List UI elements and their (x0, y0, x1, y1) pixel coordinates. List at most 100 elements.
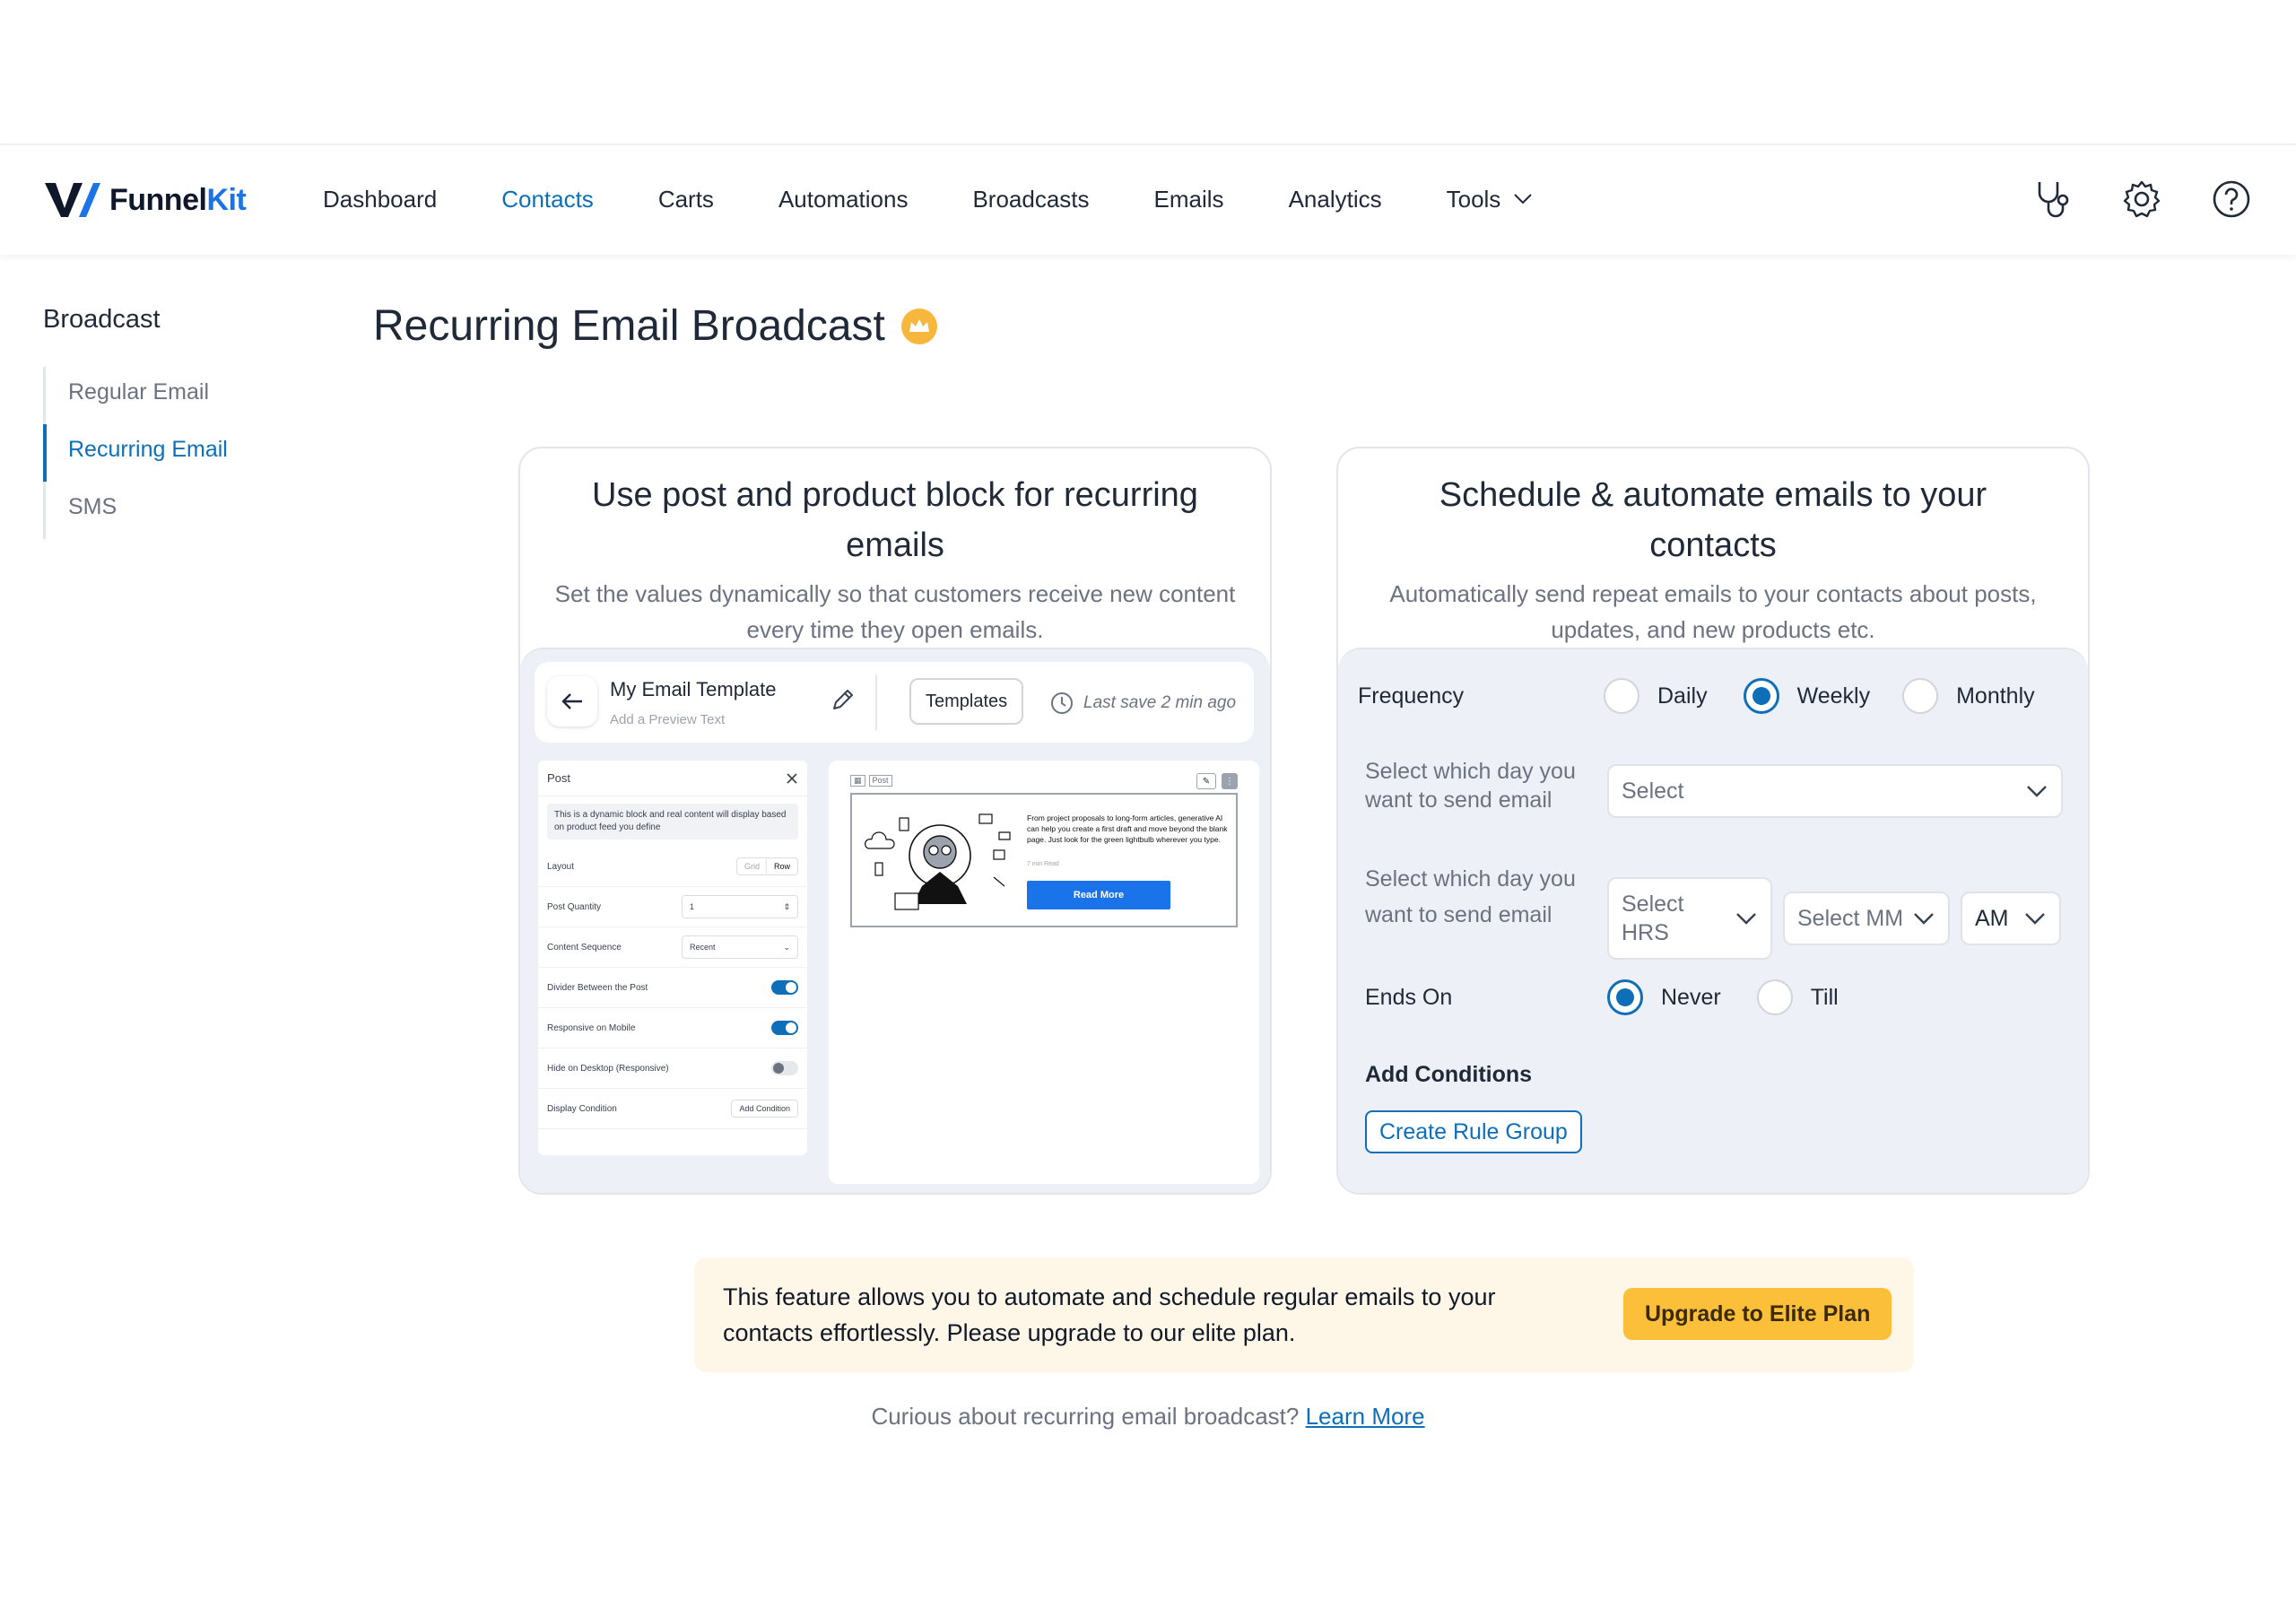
frequency-label: Frequency (1358, 683, 1465, 709)
learn-more-link[interactable]: Learn More (1306, 1403, 1425, 1430)
post-product-block-card: Use post and product block for recurring… (518, 447, 1272, 1195)
content-sequence-select[interactable]: Recent ⌄ (682, 935, 798, 959)
divider-row: Divider Between the Post (538, 968, 807, 1008)
main-nav: Dashboard Contacts Carts Automations Bro… (323, 145, 1597, 253)
post-read-time: 7 min Read (1027, 861, 1059, 867)
preview-text: Add a Preview Text (610, 712, 726, 727)
card-title: Use post and product block for recurring… (592, 476, 1198, 564)
minutes-select[interactable]: Select MM (1783, 892, 1950, 945)
sidebar-item-sms[interactable]: SMS (46, 482, 330, 539)
upgrade-elite-button[interactable]: Upgrade to Elite Plan (1623, 1288, 1892, 1340)
radio-circle (1756, 979, 1793, 1015)
sidebar-item-regular-email[interactable]: Regular Email (46, 367, 330, 424)
ends-till-radio[interactable]: Till (1756, 979, 1839, 1015)
nav-tools[interactable]: Tools (1447, 186, 1534, 213)
broadcast-sidebar: Broadcast Regular Email Recurring Email … (43, 305, 330, 539)
layout-row: Layout Grid Row (538, 847, 807, 887)
nav-broadcasts[interactable]: Broadcasts (972, 186, 1089, 213)
responsive-toggle[interactable] (771, 1021, 798, 1035)
arrow-left-icon (561, 693, 582, 709)
toolbar-divider (875, 674, 877, 730)
notice-text: This feature allows you to automate and … (723, 1283, 1496, 1346)
last-save-status: Last save 2 min ago (1049, 691, 1236, 716)
hours-select[interactable]: Select HRS (1607, 877, 1772, 960)
nav-contacts[interactable]: Contacts (501, 186, 594, 213)
clock-icon (1051, 692, 1073, 714)
panel-header: Post (538, 761, 807, 796)
nav-analytics[interactable]: Analytics (1289, 186, 1382, 213)
ends-on-label: Ends On (1365, 985, 1453, 1010)
more-block-icon[interactable]: ⋮ (1222, 773, 1238, 789)
help-circle-icon[interactable] (2210, 178, 2253, 221)
crown-icon (900, 308, 937, 344)
frequency-monthly-radio[interactable]: Monthly (1902, 678, 2035, 714)
ends-never-radio[interactable]: Never (1607, 979, 1721, 1015)
sidebar-item-recurring-email[interactable]: Recurring Email (43, 424, 330, 482)
back-button[interactable] (547, 676, 597, 726)
pencil-icon (833, 690, 853, 709)
sidebar-list: Regular Email Recurring Email SMS (43, 367, 330, 539)
nav-emails[interactable]: Emails (1154, 186, 1224, 213)
stethoscope-icon[interactable] (2031, 178, 2074, 221)
templates-button[interactable]: Templates (909, 678, 1024, 725)
read-more-button[interactable]: Read More (1027, 881, 1170, 909)
email-editor-preview: My Email Template Add a Preview Text Tem… (520, 648, 1270, 1193)
layout-toggle[interactable]: Grid Row (735, 857, 798, 875)
funnelkit-logo[interactable]: FunnelKit (43, 181, 247, 219)
send-time-label: Select which day you want to send email (1365, 866, 1576, 927)
gear-icon[interactable] (2120, 178, 2163, 221)
edit-block-icon[interactable]: ✎ (1196, 773, 1216, 789)
add-condition-button[interactable]: Add Condition (731, 1100, 798, 1118)
upgrade-notice: This feature allows you to automate and … (694, 1257, 1914, 1372)
content-sequence-row: Content Sequence Recent ⌄ (538, 927, 807, 968)
nav-automations[interactable]: Automations (778, 186, 909, 213)
frequency-radio-group: Daily Weekly Monthly (1604, 678, 2067, 714)
post-quantity-stepper[interactable]: 1 ⇕ (682, 895, 798, 918)
block-actions: ✎ ⋮ (1196, 773, 1238, 789)
logo-text: FunnelKit (109, 182, 247, 217)
am-pm-select[interactable]: AM (1961, 892, 2061, 945)
card-subtitle: Automatically send repeat emails to your… (1389, 580, 2037, 643)
post-excerpt: From project proposals to long-form arti… (1027, 813, 1228, 844)
hide-desktop-toggle[interactable] (771, 1061, 798, 1075)
block-tag: ▦ Post (850, 775, 892, 787)
funnelkit-logo-icon (45, 183, 100, 217)
nav-dashboard[interactable]: Dashboard (323, 186, 437, 213)
chevron-down-icon (1514, 194, 1533, 204)
card-title: Schedule & automate emails to your conta… (1439, 476, 1987, 564)
radio-circle (1604, 678, 1639, 714)
email-canvas: ▦ Post ✎ ⋮ From project proposals to lon… (829, 761, 1259, 1184)
send-day-label: Select which day you want to send email (1365, 759, 1576, 813)
radio-circle (1743, 678, 1779, 714)
page-title: Recurring Email Broadcast (373, 301, 937, 351)
chevron-down-icon (1914, 913, 1934, 925)
radio-circle (1902, 678, 1939, 714)
learn-more-line: Curious about recurring email broadcast?… (871, 1403, 1425, 1430)
schedule-automate-card: Schedule & automate emails to your conta… (1336, 447, 2090, 1195)
editor-toolbar: My Email Template Add a Preview Text Tem… (535, 662, 1254, 743)
dynamic-block-note: This is a dynamic block and real content… (547, 804, 798, 839)
send-day-select[interactable]: Select (1607, 764, 2063, 818)
template-name: My Email Template (610, 678, 777, 700)
frequency-daily-radio[interactable]: Daily (1604, 678, 1708, 714)
ends-on-radio-group: Never Till (1607, 979, 1871, 1015)
nav-carts[interactable]: Carts (658, 186, 714, 213)
create-rule-group-button[interactable]: Create Rule Group (1365, 1110, 1582, 1153)
schedule-form: Frequency Daily Weekly Monthly Select wh… (1338, 648, 2088, 1193)
chevron-down-icon (1736, 913, 1756, 925)
post-block[interactable]: From project proposals to long-form arti… (850, 793, 1238, 927)
hide-desktop-row: Hide on Desktop (Responsive) (538, 1048, 807, 1089)
add-conditions-heading: Add Conditions (1365, 1062, 1533, 1087)
chevron-down-icon (2025, 913, 2045, 925)
divider-toggle[interactable] (771, 980, 798, 995)
top-navigation-bar: FunnelKit Dashboard Contacts Carts Autom… (0, 144, 2296, 255)
frequency-weekly-radio[interactable]: Weekly (1743, 678, 1870, 714)
post-quantity-row: Post Quantity 1 ⇕ (538, 887, 807, 927)
radio-circle (1607, 979, 1643, 1015)
display-condition-row: Display Condition Add Condition (538, 1089, 807, 1129)
nav-utility-icons (2031, 178, 2253, 221)
card-subtitle: Set the values dynamically so that custo… (554, 580, 1236, 643)
close-icon[interactable] (786, 772, 798, 785)
post-settings-panel: Post This is a dynamic block and real co… (538, 761, 807, 1155)
post-illustration (865, 813, 1011, 910)
